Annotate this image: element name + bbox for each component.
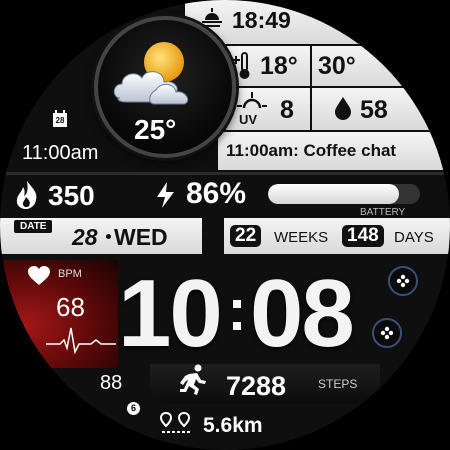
bpm-label: BPM	[58, 268, 82, 280]
date-day[interactable]: 28	[72, 224, 98, 251]
date-label: DATE	[14, 220, 53, 233]
battery-bar	[268, 184, 420, 204]
ecg-line	[46, 326, 116, 355]
divider	[0, 172, 450, 175]
distance-value: 5.6km	[203, 414, 263, 437]
flower-icon	[380, 326, 394, 340]
event-time[interactable]: 11:00am	[22, 142, 98, 165]
battery-label: BATTERY	[360, 207, 406, 218]
top-time-panel	[185, 0, 450, 44]
battery-percent: 86%	[186, 177, 247, 210]
svg-text:UV: UV	[239, 112, 257, 126]
partly-cloudy-icon	[112, 40, 202, 106]
days-value: 148	[342, 225, 384, 247]
top-time: 18:49	[232, 7, 291, 33]
temp-high: 30°	[318, 52, 356, 80]
time-hours: 10	[118, 260, 223, 367]
temp-low: 18°	[260, 52, 298, 80]
date-bullet	[106, 234, 111, 239]
shortcut-button-top[interactable]	[388, 266, 418, 296]
calendar-day-badge: 28	[55, 116, 65, 125]
notification-badge: 6	[127, 402, 140, 415]
battery-bar-fill	[268, 184, 399, 204]
heart-icon	[28, 266, 50, 286]
event-text[interactable]: 11:00am: Coffee chat	[226, 141, 396, 161]
bolt-icon	[154, 182, 176, 208]
time-colon-bottom	[233, 322, 241, 330]
steps-label: STEPS	[318, 377, 358, 391]
calories-value[interactable]: 350	[48, 180, 95, 212]
shortcut-button-bottom[interactable]	[372, 318, 402, 348]
weather-temperature: 25°	[134, 114, 177, 145]
uv-value: 8	[280, 96, 294, 124]
bpm-value: 68	[56, 292, 85, 322]
days-label: DAYS	[394, 229, 434, 246]
time-minutes: 08	[250, 260, 355, 367]
flame-icon	[14, 180, 40, 210]
humidity-value: 58	[360, 96, 388, 124]
notification-value[interactable]: 88	[100, 372, 122, 395]
watch-face: 18:49 18° 30° UV 8 58 11:00am: Coffee ch…	[0, 0, 450, 450]
time-colon-top	[233, 300, 241, 308]
date-weekday[interactable]: WED	[114, 224, 168, 251]
steps-value: 7288	[226, 371, 287, 401]
date-row-divider	[202, 218, 224, 254]
uv-icon: UV	[234, 92, 272, 127]
runner-icon	[178, 364, 208, 396]
weeks-label: WEEKS	[274, 229, 329, 246]
weeks-value: 22	[230, 225, 262, 247]
flower-icon	[396, 274, 410, 288]
route-icon	[159, 411, 192, 436]
water-drop-icon	[334, 96, 352, 120]
